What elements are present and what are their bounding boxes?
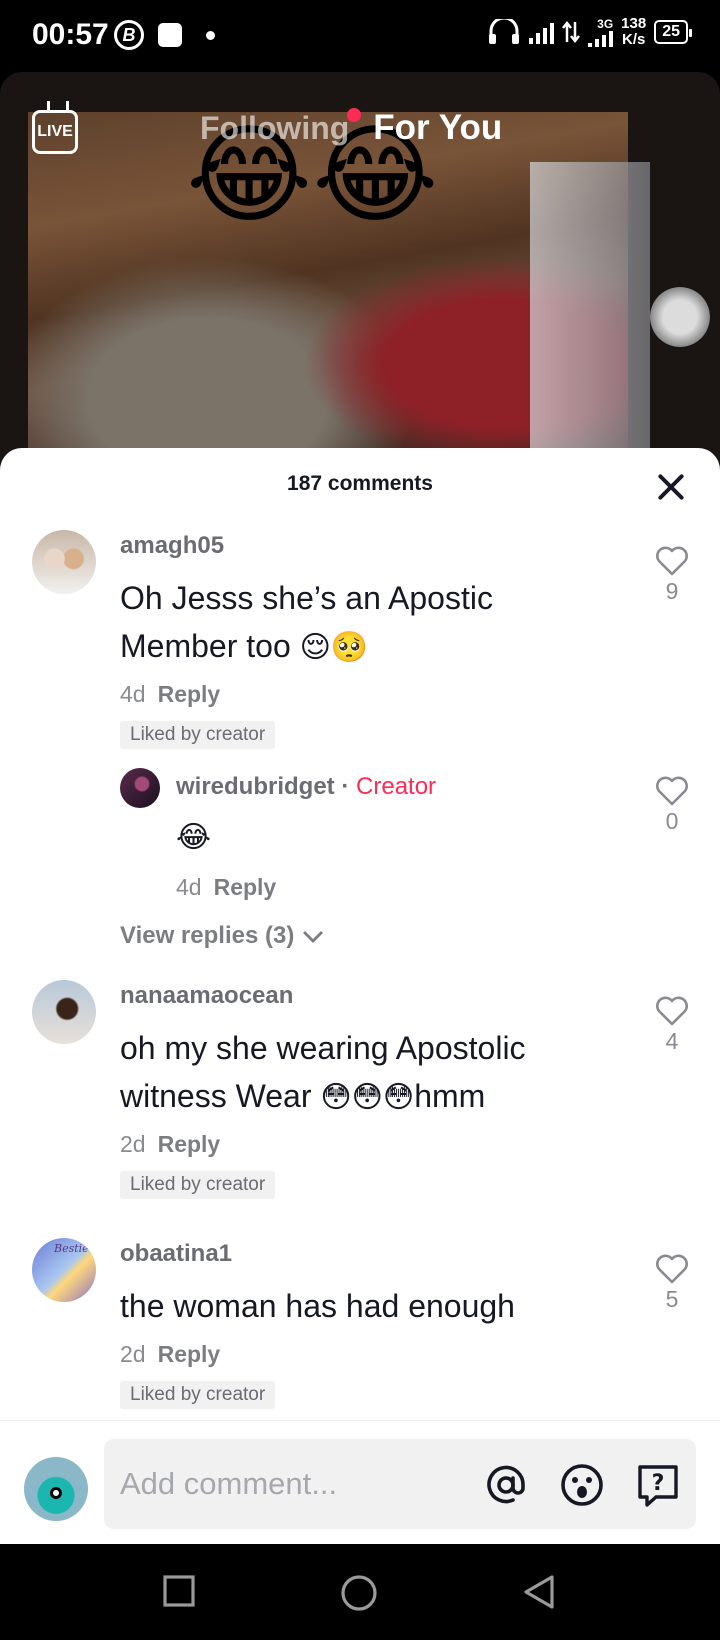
- mention-icon[interactable]: [482, 1461, 530, 1509]
- heart-icon: [656, 546, 688, 576]
- comments-sheet: 187 comments amagh05 Oh Jesss she’s an A…: [0, 448, 720, 1544]
- heart-icon: [656, 1254, 688, 1284]
- comment-emojis: 😌🥺: [299, 630, 369, 665]
- reply-button[interactable]: Reply: [158, 1341, 221, 1367]
- comment-input-container[interactable]: ?: [104, 1439, 696, 1529]
- headset-icon: [489, 19, 520, 44]
- signal-strength-icon-2: [588, 31, 614, 47]
- like-count: 0: [665, 808, 679, 834]
- heart-icon: [656, 776, 688, 806]
- battery-icon: 25: [654, 20, 692, 44]
- comment-meta: 4d Reply: [120, 681, 220, 708]
- comment-input[interactable]: [120, 1461, 460, 1507]
- system-nav-bar: [0, 1544, 720, 1640]
- like-button[interactable]: 5: [652, 1254, 692, 1313]
- avatar[interactable]: Bestie: [32, 1238, 96, 1302]
- screen: 00:57 B 3G 138 K/s 25 😂😂 LIVE Following …: [0, 0, 720, 1640]
- emoji-icon[interactable]: [558, 1461, 606, 1509]
- comment-username: wiredubridget · Creator: [176, 773, 437, 800]
- heart-icon: [656, 996, 688, 1026]
- comment-username[interactable]: amagh05: [120, 532, 224, 560]
- comment-age: 4d: [120, 681, 146, 707]
- creator-tag: Creator: [356, 773, 437, 800]
- video-player[interactable]: 😂😂 LIVE Following For You: [0, 72, 720, 472]
- back-button[interactable]: [522, 1574, 556, 1610]
- reply-button[interactable]: Reply: [158, 681, 221, 707]
- comment-meta: 2d Reply: [120, 1131, 220, 1158]
- reply-button[interactable]: Reply: [158, 1131, 221, 1157]
- avatar[interactable]: [120, 768, 160, 808]
- live-button[interactable]: LIVE: [32, 110, 78, 154]
- comment-text: oh my she wearing Apostolic witness Wear…: [120, 1030, 526, 1115]
- chevron-down-icon: [302, 930, 323, 943]
- recent-apps-button[interactable]: [162, 1574, 196, 1608]
- status-time: 00:57: [32, 18, 109, 51]
- comment-username[interactable]: obaatina1: [120, 1240, 232, 1268]
- b-app-icon: B: [114, 20, 144, 50]
- status-left-icons: B: [114, 20, 215, 50]
- tab-following[interactable]: Following: [200, 107, 362, 147]
- my-avatar: [24, 1457, 88, 1521]
- video-background: [530, 162, 650, 472]
- comment-meta: 2d Reply: [120, 1341, 220, 1368]
- liked-by-creator-badge: Liked by creator: [120, 1381, 276, 1409]
- app-notification-icon: [158, 23, 182, 47]
- comment-username[interactable]: nanaamaocean: [120, 982, 293, 1010]
- view-replies-button[interactable]: View replies (3): [120, 922, 325, 950]
- comment-emojis: 😳😳😳: [320, 1080, 415, 1115]
- status-right-icons: 3G 138 K/s 25: [487, 15, 692, 48]
- avatar[interactable]: [32, 530, 96, 594]
- feed-tabs: Following For You: [200, 107, 502, 148]
- comment-input-bar: ?: [0, 1420, 720, 1544]
- comment-age: 4d: [176, 874, 202, 900]
- live-label: LIVE: [37, 123, 73, 140]
- network-type: 3G: [597, 17, 614, 31]
- comment-age: 2d: [120, 1341, 146, 1367]
- comment-text: the woman has had enough: [120, 1288, 515, 1324]
- like-button[interactable]: 0: [652, 776, 692, 835]
- liked-by-creator-badge: Liked by creator: [120, 721, 276, 749]
- avatar-text: Bestie: [54, 1242, 89, 1255]
- signal-strength-icon: [529, 20, 555, 44]
- close-icon[interactable]: [656, 472, 686, 502]
- comment-age: 2d: [120, 1131, 146, 1157]
- reply-button[interactable]: Reply: [214, 874, 277, 900]
- comment-text: 😂: [176, 820, 212, 855]
- like-button[interactable]: 9: [652, 546, 692, 605]
- data-transfer-icon: [562, 20, 581, 44]
- comment-text: Oh Jesss she’s an Apostic Member too 😌🥺: [120, 580, 493, 665]
- notification-dot: [347, 107, 362, 122]
- comments-header: 187 comments: [0, 448, 720, 528]
- like-count: 4: [665, 1028, 679, 1054]
- home-button[interactable]: [340, 1574, 378, 1612]
- liked-by-creator-badge: Liked by creator: [120, 1171, 276, 1199]
- more-notifications-icon: [206, 30, 215, 40]
- comments-count: 187 comments: [287, 472, 433, 495]
- like-count: 5: [665, 1286, 679, 1312]
- like-count: 9: [665, 578, 679, 604]
- avatar[interactable]: [32, 980, 96, 1044]
- status-bar: 00:57 B 3G 138 K/s 25: [0, 0, 720, 72]
- comment-meta: 4d Reply: [176, 874, 276, 901]
- network-speed: 138 K/s: [621, 15, 647, 48]
- tab-for-you[interactable]: For You: [373, 108, 502, 148]
- video-light: [650, 287, 710, 347]
- question-icon[interactable]: ?: [634, 1461, 682, 1509]
- like-button[interactable]: 4: [652, 996, 692, 1055]
- svg-text:?: ?: [652, 1471, 665, 1496]
